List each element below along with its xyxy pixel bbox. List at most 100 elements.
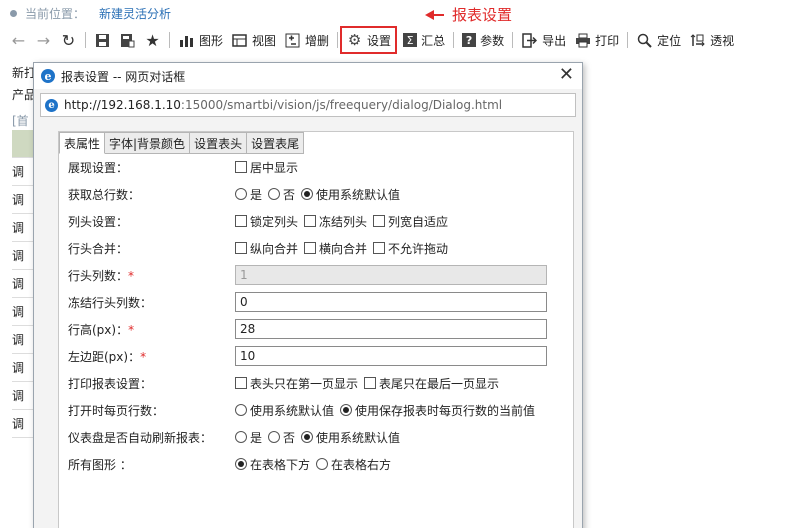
header-first-page-option[interactable]: 表头只在第一页显示	[235, 375, 358, 392]
charts-right-radio[interactable]	[316, 458, 329, 470]
print-button[interactable]: 打印	[570, 28, 623, 52]
row-left-margin: 左边距(px)：* 10	[68, 344, 573, 368]
chart-button[interactable]: 图形	[174, 28, 227, 52]
per-page-default-radio[interactable]	[235, 404, 247, 416]
dashboard-default[interactable]: 使用系统默认值	[301, 429, 400, 446]
tab-table-properties[interactable]: 表属性	[59, 132, 106, 154]
charts-below-option[interactable]: 在表格下方	[235, 456, 310, 473]
total-rows-controls: 是 否 使用系统默认值	[235, 186, 406, 203]
add-delete-button[interactable]: 增删	[280, 28, 333, 52]
row-height-input[interactable]: 28	[235, 319, 547, 339]
settings-button[interactable]: ⚙ 设置	[340, 26, 398, 54]
export-label: 导出	[542, 33, 567, 48]
location-dot-icon	[10, 9, 17, 17]
background-link[interactable]: [首	[12, 112, 29, 129]
lock-header-checkbox[interactable]	[235, 215, 247, 227]
center-display-option[interactable]: 居中显示	[235, 159, 298, 176]
sigma-icon: Σ	[403, 33, 418, 47]
save-as-button[interactable]	[115, 28, 140, 52]
no-drag-checkbox[interactable]	[373, 242, 386, 254]
center-display-checkbox[interactable]	[235, 161, 247, 173]
save-as-icon	[119, 32, 136, 49]
dashboard-no-text: 否	[283, 430, 296, 445]
locate-label: 定位	[657, 33, 682, 48]
back-button[interactable]: ←	[6, 28, 31, 52]
vertical-merge-option[interactable]: 纵向合并	[235, 240, 298, 257]
footer-last-page-checkbox[interactable]	[364, 377, 377, 389]
pivot-button[interactable]: 透视	[685, 28, 738, 52]
save-button[interactable]	[90, 28, 115, 52]
per-page-saved-text: 使用保存报表时每页行数的当前值	[355, 403, 536, 418]
total-rows-no[interactable]: 否	[268, 186, 295, 203]
vertical-merge-checkbox[interactable]	[235, 242, 247, 254]
row-merge-controls: 纵向合并 横向合并 不允许拖动	[235, 240, 454, 257]
total-rows-default[interactable]: 使用系统默认值	[301, 186, 400, 203]
autofit-width-option[interactable]: 列宽自适应	[373, 213, 448, 230]
no-drag-text: 不允许拖动	[388, 241, 449, 256]
tab-footer[interactable]: 设置表尾	[247, 132, 305, 154]
freeze-columns-controls: 0	[235, 292, 547, 312]
charts-right-option[interactable]: 在表格右方	[316, 456, 391, 473]
horizontal-merge-checkbox[interactable]	[304, 242, 317, 254]
dashboard-no[interactable]: 否	[268, 429, 295, 446]
dashboard-yes-text: 是	[250, 430, 263, 445]
dashboard-no-radio[interactable]	[268, 431, 281, 443]
charts-below-radio[interactable]	[235, 458, 247, 470]
per-page-saved-radio[interactable]	[340, 404, 353, 416]
total-rows-default-text: 使用系统默认值	[316, 187, 401, 202]
dialog-titlebar[interactable]: e 报表设置 -- 网页对话框	[34, 63, 582, 89]
gear-icon: ⚙	[347, 31, 362, 49]
horizontal-merge-option[interactable]: 横向合并	[304, 240, 367, 257]
no-drag-option[interactable]: 不允许拖动	[373, 240, 448, 257]
tab-header[interactable]: 设置表头	[190, 132, 248, 154]
export-button[interactable]: 导出	[517, 28, 570, 52]
freeze-columns-input[interactable]: 0	[235, 292, 547, 312]
dashboard-default-text: 使用系统默认值	[316, 430, 401, 445]
dashboard-yes[interactable]: 是	[235, 429, 262, 446]
freeze-header-checkbox[interactable]	[304, 215, 317, 227]
left-margin-label-text: 左边距(px)：	[68, 349, 141, 364]
total-rows-yes-radio[interactable]	[235, 188, 247, 200]
lock-header-option[interactable]: 锁定列头	[235, 213, 298, 230]
dashboard-default-radio[interactable]	[301, 431, 314, 443]
forward-button[interactable]: →	[31, 28, 56, 52]
print-settings-label: 打印报表设置：	[68, 376, 153, 391]
params-button[interactable]: ? 参数	[458, 28, 508, 52]
row-height-label-text: 行高(px)：	[68, 322, 129, 337]
toolbar-divider	[627, 32, 629, 48]
head-columns-input: 1	[235, 265, 547, 285]
view-icon	[231, 32, 248, 49]
footer-last-page-option[interactable]: 表尾只在最后一页显示	[364, 375, 499, 392]
per-page-default[interactable]: 使用系统默认值	[235, 402, 334, 419]
total-rows-yes[interactable]: 是	[235, 186, 262, 203]
close-icon[interactable]: ✕	[559, 66, 574, 84]
freeze-header-option[interactable]: 冻结列头	[304, 213, 367, 230]
autofit-width-checkbox[interactable]	[373, 215, 386, 227]
dashboard-yes-radio[interactable]	[235, 431, 247, 443]
summary-button[interactable]: Σ 汇总	[399, 28, 449, 52]
row-print: 打印报表设置： 表头只在第一页显示 表尾只在最后一页显示	[68, 371, 573, 395]
url-path: :15000/smartbi/vision/js/freequery/dialo…	[180, 98, 503, 112]
ie-browser-icon: e	[45, 98, 58, 112]
row-total-rows: 获取总行数： 是 否 使用系统默认值	[68, 182, 573, 206]
tab-font-background[interactable]: 字体|背景颜色	[105, 132, 191, 154]
row-dashboard-refresh: 仪表盘是否自动刷新报表： 是 否 使用系统默认值	[68, 425, 573, 449]
per-page-saved[interactable]: 使用保存报表时每页行数的当前值	[340, 402, 535, 419]
params-label: 参数	[480, 33, 505, 48]
left-margin-input[interactable]: 10	[235, 346, 547, 366]
row-display: 展现设置： 居中显示	[68, 155, 573, 179]
url-text: http://192.168.1.10:15000/smartbi/vision…	[64, 98, 502, 112]
locate-button[interactable]: 定位	[632, 28, 685, 52]
url-bar: e http://192.168.1.10:15000/smartbi/visi…	[40, 93, 576, 117]
breadcrumb-current[interactable]: 新建灵活分析	[99, 5, 171, 22]
header-first-page-checkbox[interactable]	[235, 377, 247, 389]
view-button[interactable]: 视图	[227, 28, 280, 52]
total-rows-default-radio[interactable]	[301, 188, 314, 200]
refresh-button[interactable]: ↻	[56, 28, 81, 52]
printer-icon	[574, 32, 591, 49]
total-rows-no-radio[interactable]	[268, 188, 281, 200]
toolbar: ← → ↻ ★ 图形 视图 增删 ⚙ 设置 Σ 汇总 ? 参数 导出 打印 定位…	[0, 26, 809, 54]
export-icon	[521, 32, 538, 49]
favorite-button[interactable]: ★	[140, 28, 165, 52]
charts-below-text: 在表格下方	[250, 457, 311, 472]
